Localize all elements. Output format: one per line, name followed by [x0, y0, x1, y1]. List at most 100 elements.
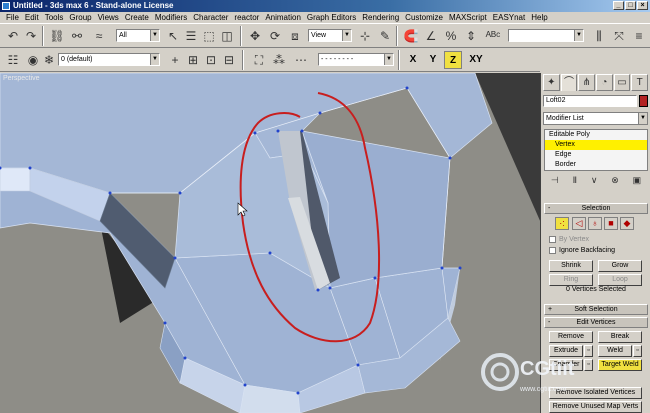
reference-coordinate-dropdown[interactable]: View ▼ [308, 29, 352, 42]
select-layer-objects-icon[interactable]: ⊡ [202, 51, 220, 69]
display-tab-icon[interactable]: ▭ [613, 74, 631, 91]
axis-constraint-dropdown[interactable]: - - - - - - - - ▼ [318, 53, 394, 66]
angle-snap-icon[interactable]: ∠ [422, 27, 440, 45]
add-to-layer-icon[interactable]: ⊞ [184, 51, 202, 69]
mirror-icon[interactable]: ⫼ [590, 27, 608, 45]
set-current-layer-icon[interactable]: ⊟ [220, 51, 238, 69]
menu-character[interactable]: Character [190, 12, 231, 23]
perspective-viewport[interactable]: Perspective [0, 73, 541, 413]
modifier-list-dropdown[interactable]: Modifier List ▼ [543, 112, 648, 125]
ignore-backfacing-checkbox[interactable]: Ignore Backfacing [549, 246, 615, 255]
menu-tools[interactable]: Tools [42, 12, 67, 23]
spinner-snap-icon[interactable]: ⇕ [462, 27, 480, 45]
axis-y-button[interactable]: Y [424, 51, 442, 69]
target-weld-button[interactable]: Target Weld [598, 359, 642, 371]
bind-space-warp-icon[interactable]: ≈ [90, 27, 108, 45]
command-panel-tabs: ✦ ⌒ ⋔ ◔ ▭ T [543, 74, 649, 92]
edit-named-selection-icon[interactable]: ᴬᴮᶜ [484, 27, 502, 45]
selection-rollout-header[interactable]: - Selection [544, 203, 648, 214]
menu-reactor[interactable]: reactor [231, 12, 262, 23]
undo-icon[interactable]: ↶ [4, 27, 22, 45]
spacing-tool-icon[interactable]: ⋯ [292, 51, 310, 69]
hierarchy-tab-icon[interactable]: ⋔ [578, 74, 596, 91]
stack-controls: ⊣ Ⅱ ∨ ⊗ ▣ [544, 173, 648, 187]
layer-manager-icon[interactable]: ≡ [630, 27, 648, 45]
rectangular-selection-icon[interactable]: ⬚ [200, 27, 218, 45]
select-and-move-icon[interactable]: ✥ [246, 27, 264, 45]
soft-selection-rollout-header[interactable]: + Soft Selection [544, 304, 648, 315]
element-mode-icon[interactable]: ◆ [620, 217, 634, 230]
border-mode-icon[interactable]: ♁ [588, 217, 602, 230]
select-and-link-icon[interactable]: ⛓ [48, 27, 66, 45]
select-and-scale-icon[interactable]: ⧈ [286, 27, 304, 45]
create-layer-icon[interactable]: + [166, 51, 184, 69]
window-crossing-icon[interactable]: ◫ [218, 27, 236, 45]
stack-item-edge[interactable]: Edge [545, 150, 647, 160]
named-selection-dropdown[interactable]: ▼ [508, 29, 584, 42]
motion-tab-icon[interactable]: ◔ [596, 74, 613, 91]
array-icon[interactable]: ⁂ [270, 51, 288, 69]
show-end-result-icon[interactable]: Ⅱ [573, 173, 577, 187]
menu-views[interactable]: Views [95, 12, 122, 23]
edit-vertices-rollout-header[interactable]: - Edit Vertices [544, 317, 648, 328]
current-layer-dropdown[interactable]: 0 (default) ▼ [58, 53, 160, 66]
grow-button[interactable]: Grow [598, 260, 642, 272]
weld-button[interactable]: Weld [598, 345, 632, 357]
layers-icon[interactable]: ☷ [4, 51, 22, 69]
axis-xy-button[interactable]: XY [466, 51, 486, 69]
minimize-button[interactable]: _ [613, 1, 624, 10]
axis-z-button[interactable]: Z [444, 51, 462, 69]
pivot-center-icon[interactable]: ⊹ [356, 27, 374, 45]
menu-easynat[interactable]: EASYnat [490, 12, 528, 23]
configure-sets-icon[interactable]: ▣ [633, 173, 642, 187]
stack-item-vertex[interactable]: Vertex [545, 140, 647, 150]
break-button[interactable]: Break [598, 331, 642, 343]
remove-button[interactable]: Remove [549, 331, 593, 343]
vertex-mode-icon[interactable]: ·: [555, 217, 569, 230]
redo-icon[interactable]: ↷ [22, 27, 40, 45]
snap-toggle-icon[interactable]: 🧲 [402, 27, 420, 45]
ring-button[interactable]: Ring [549, 274, 593, 286]
by-vertex-checkbox[interactable]: By Vertex [549, 235, 589, 244]
object-name-field[interactable]: Loft02 [543, 95, 637, 107]
menu-group[interactable]: Group [66, 12, 94, 23]
snapshot-icon[interactable]: ⛶ [250, 51, 268, 69]
align-icon[interactable]: ⤧ [610, 27, 628, 45]
menu-file[interactable]: File [3, 12, 22, 23]
menu-animation[interactable]: Animation [262, 12, 304, 23]
make-unique-icon[interactable]: ∨ [591, 173, 598, 187]
stack-item-border[interactable]: Border [545, 160, 647, 170]
viewport-label[interactable]: Perspective [3, 75, 40, 82]
stack-item-editable-poly[interactable]: Editable Poly [545, 130, 647, 140]
pin-stack-icon[interactable]: ⊣ [551, 173, 559, 187]
menu-maxscript[interactable]: MAXScript [446, 12, 490, 23]
modify-tab-icon[interactable]: ⌒ [560, 74, 578, 91]
polygon-mode-icon[interactable]: ■ [604, 217, 618, 230]
axis-x-button[interactable]: X [404, 51, 422, 69]
edge-mode-icon[interactable]: ◁ [572, 217, 586, 230]
menu-edit[interactable]: Edit [22, 12, 42, 23]
menu-create[interactable]: Create [122, 12, 152, 23]
utilities-tab-icon[interactable]: T [631, 74, 649, 91]
percent-snap-icon[interactable]: % [442, 27, 460, 45]
select-by-name-icon[interactable]: ☰ [182, 27, 200, 45]
menu-rendering[interactable]: Rendering [359, 12, 402, 23]
shrink-button[interactable]: Shrink [549, 260, 593, 272]
unlink-icon[interactable]: ⚯ [68, 27, 86, 45]
create-tab-icon[interactable]: ✦ [543, 74, 560, 91]
maximize-button[interactable]: □ [625, 1, 636, 10]
menu-modifiers[interactable]: Modifiers [152, 12, 190, 23]
select-and-rotate-icon[interactable]: ⟳ [266, 27, 284, 45]
loop-button[interactable]: Loop [598, 274, 642, 286]
object-color-swatch[interactable] [639, 95, 648, 107]
select-object-icon[interactable]: ↖ [164, 27, 182, 45]
close-button[interactable]: × [637, 1, 648, 10]
freeze-icon[interactable]: ❄ [40, 51, 58, 69]
select-manipulate-icon[interactable]: ✎ [376, 27, 394, 45]
selection-filter-dropdown[interactable]: All ▼ [116, 29, 160, 42]
remove-modifier-icon[interactable]: ⊗ [611, 173, 619, 187]
menu-graph-editors[interactable]: Graph Editors [304, 12, 359, 23]
menu-customize[interactable]: Customize [402, 12, 446, 23]
menu-help[interactable]: Help [528, 12, 550, 23]
weld-settings-icon[interactable]: ▫ [633, 345, 642, 357]
